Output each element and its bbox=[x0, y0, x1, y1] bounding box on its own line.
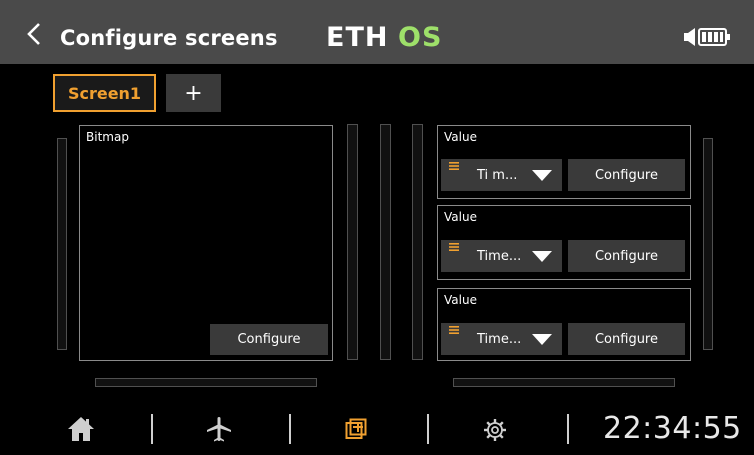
source-select[interactable]: Ti m... bbox=[441, 159, 562, 191]
triangle-down-icon bbox=[532, 170, 552, 181]
nav-divider bbox=[427, 414, 429, 444]
source-select[interactable]: Time... bbox=[441, 240, 562, 272]
slot-rail bbox=[453, 378, 675, 387]
nav-divider bbox=[151, 414, 153, 444]
list-icon bbox=[449, 243, 459, 251]
gear-icon[interactable] bbox=[483, 418, 507, 442]
configure-button[interactable]: Configure bbox=[210, 324, 328, 355]
list-icon bbox=[449, 162, 459, 170]
svg-text:OS: OS bbox=[398, 23, 442, 49]
source-select[interactable]: Time... bbox=[441, 323, 562, 355]
triangle-down-icon bbox=[532, 334, 552, 345]
chevron-left-icon[interactable] bbox=[24, 22, 44, 46]
configure-button[interactable]: Configure bbox=[568, 323, 685, 355]
source-value: Time... bbox=[477, 332, 522, 347]
slot-rail bbox=[380, 124, 391, 360]
widget-label: Value bbox=[444, 210, 477, 224]
triangle-down-icon bbox=[532, 251, 552, 262]
clock-display: 22:34:55 bbox=[603, 411, 742, 446]
slot-rail bbox=[57, 138, 67, 350]
home-icon[interactable] bbox=[66, 414, 96, 444]
airplane-icon[interactable] bbox=[205, 415, 233, 443]
screens-icon[interactable] bbox=[345, 418, 367, 440]
ethos-logo: ETH OS bbox=[326, 23, 442, 49]
speaker-icon bbox=[684, 28, 695, 46]
svg-text:ETH: ETH bbox=[326, 23, 388, 49]
nav-divider bbox=[289, 414, 291, 444]
add-screen-button[interactable]: + bbox=[166, 74, 221, 112]
widget-label: Value bbox=[444, 293, 477, 307]
widget-label: Value bbox=[444, 130, 477, 144]
source-value: Ti m... bbox=[477, 168, 518, 183]
list-icon bbox=[449, 326, 459, 334]
page-title: Configure screens bbox=[60, 26, 278, 50]
widget-label: Bitmap bbox=[86, 130, 129, 144]
slot-rail bbox=[703, 138, 713, 350]
battery-icon bbox=[684, 28, 730, 46]
tab-screen1[interactable]: Screen1 bbox=[53, 74, 156, 112]
source-value: Time... bbox=[477, 249, 522, 264]
slot-rail bbox=[412, 124, 423, 360]
configure-button[interactable]: Configure bbox=[568, 240, 685, 272]
configure-button[interactable]: Configure bbox=[568, 159, 685, 191]
nav-divider bbox=[567, 414, 569, 444]
slot-rail bbox=[347, 124, 358, 360]
slot-rail bbox=[95, 378, 317, 387]
